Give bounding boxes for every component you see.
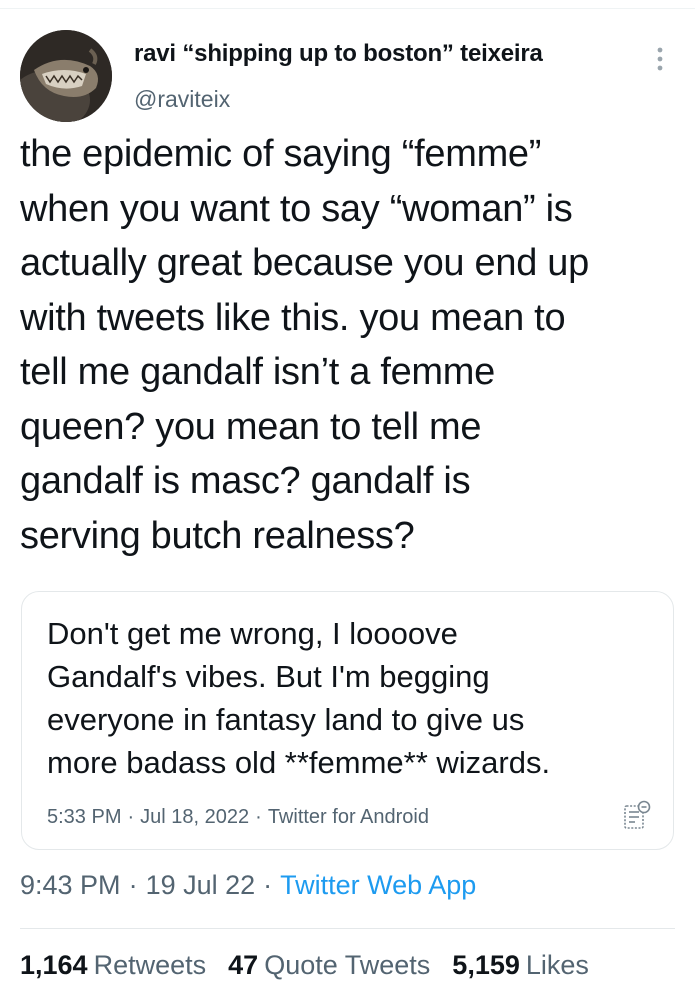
quoted-tweet-text: Don't get me wrong, I loooove Gandalf's … <box>47 616 551 780</box>
notes-icon <box>623 800 651 830</box>
stats-divider <box>20 928 675 929</box>
avatar-image <box>20 30 112 122</box>
retweets-count: 1,164 <box>20 950 88 980</box>
quote-tweets-count: 47 <box>228 950 259 980</box>
top-divider <box>0 8 695 9</box>
quoted-tweet-time: 5:33 PM <box>47 806 122 828</box>
retweets-label: Retweets <box>93 950 207 980</box>
likes-stat[interactable]: 5,159 Likes <box>452 950 589 981</box>
meta-separator: · <box>263 870 273 900</box>
tweet-meta: 9:43 PM · 19 Jul 22 · Twitter Web App <box>20 870 476 901</box>
likes-count: 5,159 <box>452 950 520 980</box>
quoted-tweet-date: Jul 18, 2022 <box>140 806 250 828</box>
meta-separator: · <box>255 806 262 828</box>
quote-tweets-label: Quote Tweets <box>264 950 431 980</box>
quoted-tweet-meta: 5:33 PM · Jul 18, 2022 · Twitter for Android <box>47 806 429 829</box>
author-display-name[interactable]: ravi “shipping up to boston” teixeira <box>134 40 543 68</box>
retweets-stat[interactable]: 1,164 Retweets <box>20 950 206 981</box>
quote-tweets-stat[interactable]: 47 Quote Tweets <box>228 950 430 981</box>
likes-label: Likes <box>525 950 589 980</box>
meta-separator: · <box>127 806 135 828</box>
author-handle[interactable]: @raviteix <box>134 86 230 113</box>
tweet-text: the epidemic of saying “femme” when you … <box>20 133 589 557</box>
more-vertical-icon[interactable] <box>650 44 670 74</box>
tweet-date[interactable]: 19 Jul 22 <box>146 870 256 900</box>
tweet-source-link[interactable]: Twitter Web App <box>280 870 476 900</box>
meta-separator: · <box>128 870 138 900</box>
avatar[interactable] <box>20 30 112 122</box>
quoted-tweet-source: Twitter for Android <box>267 806 429 828</box>
engagement-stats: 1,164 Retweets 47 Quote Tweets 5,159 Likes <box>20 950 589 981</box>
tweet-time[interactable]: 9:43 PM <box>20 870 121 900</box>
quoted-tweet-card[interactable]: Don't get me wrong, I loooove Gandalf's … <box>21 591 674 850</box>
